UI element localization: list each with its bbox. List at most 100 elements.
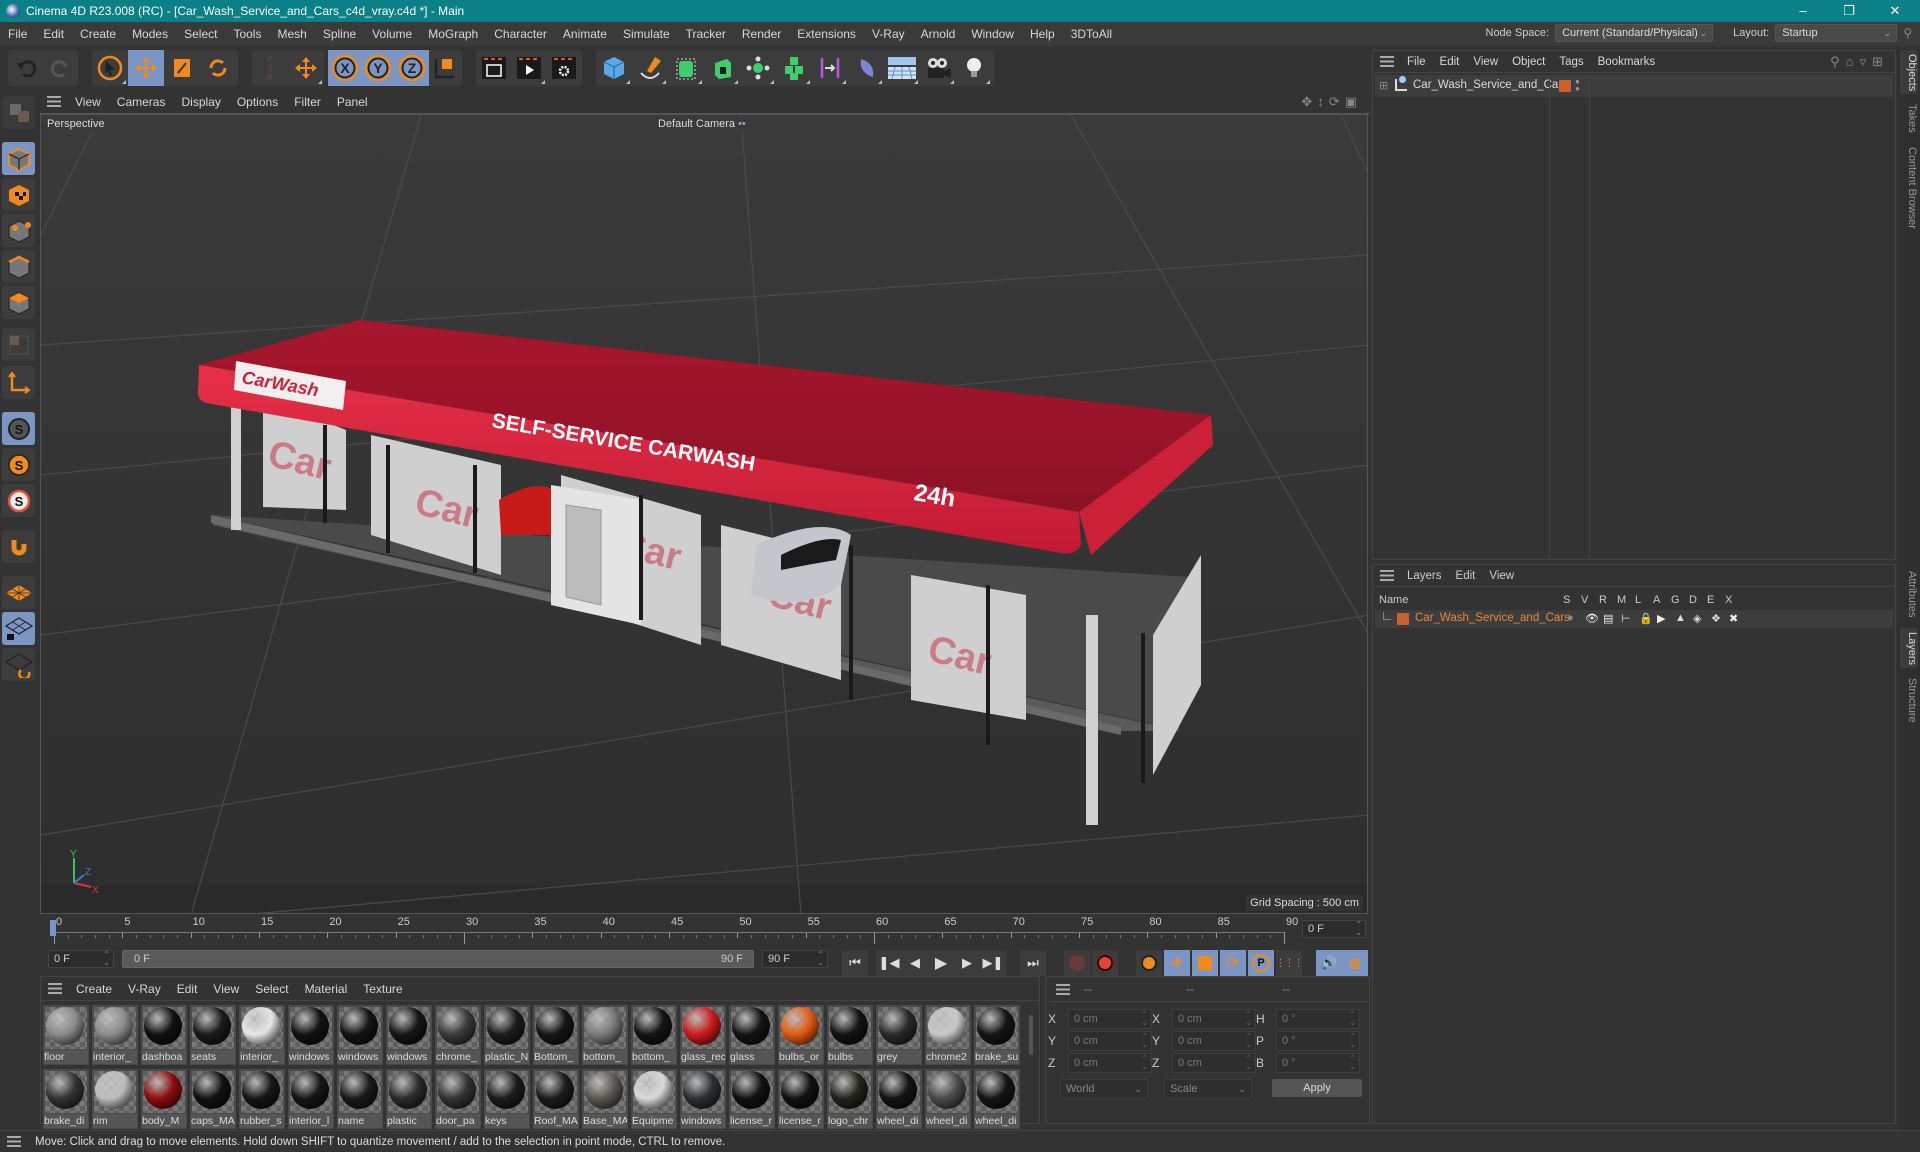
- animation-icon[interactable]: ▶: [1657, 612, 1665, 625]
- key-pla-button[interactable]: ⋮⋮⋮: [1276, 950, 1304, 976]
- autokey-button[interactable]: [1092, 950, 1118, 976]
- key-position-button[interactable]: ✥: [1164, 950, 1190, 976]
- move-axis-icon[interactable]: [288, 50, 324, 86]
- go-to-end-button[interactable]: ⏭: [1020, 950, 1046, 976]
- material-swatch[interactable]: brake_su: [974, 1005, 1020, 1065]
- visible-render-icon[interactable]: ▤: [1603, 612, 1613, 625]
- x-axis-icon[interactable]: X: [328, 50, 362, 86]
- expression-icon[interactable]: ❖: [1711, 612, 1721, 625]
- key-parameter-button[interactable]: P: [1248, 950, 1274, 976]
- layer-column-l[interactable]: L: [1635, 594, 1641, 606]
- size-field[interactable]: 0 cm ⌃ ⌄: [1172, 1031, 1256, 1051]
- size-field[interactable]: 0 cm ⌃ ⌄: [1172, 1053, 1256, 1073]
- layer-row[interactable]: Car_Wash_Service_and_Cars ● 👁 ▤ ⊢ 🔒 ▶ ▲ ◈ ❖ ✖: [1375, 610, 1893, 628]
- y-axis-icon[interactable]: Y: [361, 50, 395, 86]
- tab-attributes[interactable]: Attributes: [1900, 564, 1918, 624]
- mograph-cloner-icon[interactable]: [740, 50, 776, 86]
- material-swatch[interactable]: bottom_: [631, 1005, 677, 1065]
- model-mode-icon[interactable]: [2, 142, 35, 175]
- texture-mode-icon[interactable]: [2, 178, 35, 211]
- menu-simulate[interactable]: Simulate: [615, 27, 678, 41]
- minimize-button[interactable]: –: [1780, 0, 1826, 22]
- go-to-start-button[interactable]: ⏮: [842, 950, 868, 976]
- material-swatch[interactable]: windows: [386, 1005, 432, 1065]
- snap-settings-icon[interactable]: S: [2, 448, 35, 481]
- menu-file[interactable]: File: [0, 27, 35, 41]
- apply-button[interactable]: Apply: [1272, 1079, 1362, 1097]
- material-menu-create[interactable]: Create: [68, 982, 120, 996]
- menu-animate[interactable]: Animate: [555, 27, 615, 41]
- key-rotation-button[interactable]: ⟳: [1220, 950, 1246, 976]
- object-row[interactable]: ⊞ Car_Wash_Service_and_Cars ● ●: [1375, 75, 1893, 97]
- tab-takes[interactable]: Takes: [1900, 98, 1918, 138]
- material-swatch[interactable]: grey: [876, 1005, 922, 1065]
- material-swatch[interactable]: caps_MA: [190, 1069, 236, 1129]
- solo-icon[interactable]: ●: [1567, 612, 1574, 624]
- visibility-dots-icon[interactable]: ● ●: [1575, 78, 1580, 93]
- menu-vray[interactable]: V-Ray: [864, 27, 913, 41]
- point-mode-icon[interactable]: [2, 214, 35, 247]
- hamburger-menu-icon[interactable]: [1380, 570, 1394, 581]
- render-view-icon[interactable]: [476, 50, 511, 86]
- material-swatch[interactable]: windows: [680, 1069, 726, 1129]
- rotation-field[interactable]: 0 ° ⌃ ⌄: [1276, 1031, 1360, 1051]
- viewport-camera-label[interactable]: Default Camera ••: [656, 117, 748, 131]
- key-scale-button[interactable]: [1192, 950, 1218, 976]
- material-swatch[interactable]: logo_chr: [827, 1069, 873, 1129]
- material-swatch[interactable]: license_r: [729, 1069, 775, 1129]
- spinner-icon[interactable]: ⌃ ⌄: [103, 951, 110, 967]
- record-keys-button[interactable]: [1064, 950, 1090, 976]
- filter-icon[interactable]: ▿: [1860, 54, 1873, 69]
- coordinate-space-select[interactable]: World ⌄: [1060, 1079, 1148, 1099]
- menu-modes[interactable]: Modes: [124, 27, 176, 41]
- menu-arnold[interactable]: Arnold: [913, 27, 964, 41]
- menu-character[interactable]: Character: [486, 27, 555, 41]
- position-field[interactable]: 0 cm ⌃ ⌄: [1068, 1031, 1152, 1051]
- axis-mode-icon[interactable]: [2, 366, 35, 399]
- end-frame-field[interactable]: 90 F ⌃ ⌄: [762, 950, 828, 968]
- deformer-icon[interactable]: [848, 50, 884, 86]
- layer-column-x[interactable]: X: [1725, 594, 1732, 606]
- timeline-ruler[interactable]: 0 5 10 15 20 25 30 35 40 45 50 55 60 65 70 75 80 85 90 0 F…: [40, 914, 1370, 944]
- layer-name[interactable]: Car_Wash_Service_and_Cars: [1415, 612, 1570, 624]
- menu-edit[interactable]: Edit: [35, 27, 72, 41]
- timeline-film-button[interactable]: ▦: [1342, 950, 1368, 976]
- rotation-field[interactable]: 0 ° ⌃ ⌄: [1276, 1053, 1360, 1073]
- viewport[interactable]: Car Car Car Car CarWash SELF-SERVICE CAR…: [40, 114, 1368, 914]
- material-swatch[interactable]: Base_MA: [582, 1069, 628, 1129]
- snap-icon[interactable]: S: [2, 412, 35, 445]
- frame-range-slider[interactable]: 0 F 90 F: [122, 950, 754, 968]
- menu-help[interactable]: Help: [1022, 27, 1063, 41]
- spinner-icon[interactable]: ⌃ ⌄: [1141, 1033, 1148, 1049]
- layer-column-e[interactable]: E: [1707, 594, 1714, 606]
- workplane-icon[interactable]: [2, 576, 35, 609]
- manager-icon[interactable]: ⊢: [1621, 612, 1631, 625]
- zoom-view-icon[interactable]: ↕: [1317, 94, 1329, 109]
- material-swatch[interactable]: door_pa: [435, 1069, 481, 1129]
- camera-icon[interactable]: [920, 50, 956, 86]
- material-swatch[interactable]: windows: [337, 1005, 383, 1065]
- array-icon[interactable]: [776, 50, 812, 86]
- keyframe-selection-button[interactable]: [1136, 950, 1162, 976]
- material-swatch[interactable]: plastic: [386, 1069, 432, 1129]
- material-swatch[interactable]: dashboa: [141, 1005, 187, 1065]
- tab-layers[interactable]: Layers: [1900, 628, 1918, 668]
- objects-menu-bookmarks[interactable]: Bookmarks: [1591, 56, 1663, 68]
- workplane-align-icon[interactable]: [2, 648, 35, 681]
- layer-column-d[interactable]: D: [1689, 594, 1697, 606]
- scale-icon[interactable]: [164, 50, 200, 86]
- material-menu-material[interactable]: Material: [297, 982, 356, 996]
- previous-key-button[interactable]: ❚◀: [876, 950, 902, 976]
- maximize-view-icon[interactable]: ▣: [1345, 94, 1362, 109]
- menu-tracker[interactable]: Tracker: [678, 27, 734, 41]
- play-button[interactable]: ▶: [928, 950, 954, 976]
- material-menu-view[interactable]: View: [205, 982, 247, 996]
- tab-objects[interactable]: Objects: [1900, 50, 1918, 94]
- previous-frame-button[interactable]: ◀: [902, 950, 928, 976]
- extrude-icon[interactable]: [704, 50, 740, 86]
- size-field[interactable]: 0 cm ⌃ ⌄: [1172, 1009, 1256, 1029]
- material-swatch[interactable]: rubber_s: [239, 1069, 285, 1129]
- material-menu-select[interactable]: Select: [247, 982, 296, 996]
- menu-spline[interactable]: Spline: [315, 27, 364, 41]
- locked-workplane-icon[interactable]: [2, 612, 35, 645]
